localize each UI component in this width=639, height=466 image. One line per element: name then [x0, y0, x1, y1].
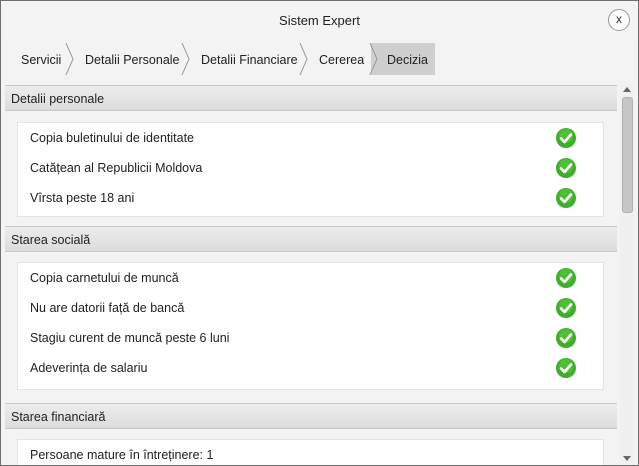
item-label: Adeverința de salariu	[30, 361, 148, 375]
item-label: Copia carnetului de muncă	[30, 271, 179, 285]
breadcrumb-separator	[299, 43, 308, 75]
breadcrumb-cererea[interactable]: Cererea	[319, 43, 364, 75]
content-scroll-area[interactable]: Detalii personale Copia buletinului de i…	[5, 85, 617, 465]
check-icon	[556, 328, 576, 348]
list-item: Copia carnetului de muncă	[18, 263, 603, 293]
item-label: Nu are datorii față de bancă	[30, 301, 185, 315]
item-label: Stagiu curent de muncă peste 6 luni	[30, 331, 230, 345]
section-panel-starea-sociala: Copia carnetului de muncă Nu are datorii…	[17, 262, 604, 390]
window-title: Sistem Expert	[279, 13, 360, 28]
check-icon	[556, 188, 576, 208]
check-icon	[556, 268, 576, 288]
scrollbar-thumb[interactable]	[622, 97, 633, 213]
title-bar: Sistem Expert x	[1, 1, 638, 39]
section-header-starea-sociala[interactable]: Starea socială	[5, 226, 617, 252]
list-item: Copia buletinului de identitate	[18, 123, 603, 153]
breadcrumb-decizia[interactable]: Decizia	[371, 43, 435, 75]
close-button[interactable]: x	[608, 9, 630, 31]
list-item: Stagiu curent de muncă peste 6 luni	[18, 323, 603, 353]
item-label: Vîrsta peste 18 ani	[30, 191, 135, 205]
check-icon	[556, 128, 576, 148]
section-header-starea-financiara[interactable]: Starea financiară	[5, 403, 617, 429]
item-label: Persoane mature în întreținere: 1	[30, 448, 214, 462]
breadcrumb-servicii[interactable]: Servicii	[21, 43, 61, 75]
check-icon	[556, 158, 576, 178]
breadcrumb-detalii-financiare[interactable]: Detalii Financiare	[201, 43, 298, 75]
check-icon	[556, 358, 576, 378]
list-item: Adeverința de salariu	[18, 353, 603, 383]
item-label: Catățean al Republicii Moldova	[30, 161, 203, 175]
list-item: Catățean al Republicii Moldova	[18, 153, 603, 183]
section-panel-starea-financiara: Persoane mature în întreținere: 1	[17, 439, 604, 465]
breadcrumb-separator	[181, 43, 190, 75]
vertical-scrollbar[interactable]	[620, 85, 634, 465]
app-window: Sistem Expert x Servicii Detalii Persona…	[0, 0, 639, 466]
section-header-detalii-personale[interactable]: Detalii personale	[5, 85, 617, 111]
list-item: Nu are datorii față de bancă	[18, 293, 603, 323]
breadcrumb-detalii-personale[interactable]: Detalii Personale	[85, 43, 180, 75]
check-icon	[556, 298, 576, 318]
list-item: Persoane mature în întreținere: 1	[18, 440, 603, 465]
list-item: Vîrsta peste 18 ani	[18, 183, 603, 213]
breadcrumb-separator	[369, 43, 378, 75]
section-panel-detalii-personale: Copia buletinului de identitate Catățean…	[17, 122, 604, 217]
breadcrumb-separator	[65, 43, 74, 75]
scroll-up-arrow-icon[interactable]	[623, 87, 631, 92]
breadcrumb: Servicii Detalii Personale Detalii Finan…	[1, 43, 638, 75]
item-label: Copia buletinului de identitate	[30, 131, 195, 145]
scroll-down-arrow-icon[interactable]	[623, 456, 631, 461]
